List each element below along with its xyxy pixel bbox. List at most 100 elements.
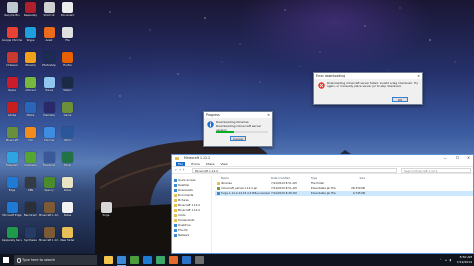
desktop-icon-label: Firefox — [63, 64, 72, 67]
explorer-title: Minecraft 1.12.2 — [184, 156, 211, 160]
app-icon — [25, 227, 36, 238]
desktop-icon[interactable]: Facebook — [39, 152, 59, 167]
desktop-icon[interactable]: Google Chrome — [2, 27, 22, 42]
desktop-icon[interactable]: Kaspersky — [21, 2, 41, 17]
desktop-icon[interactable]: Notes — [58, 177, 78, 192]
nav-arrows-icon[interactable]: ←→↑ — [175, 168, 186, 172]
desktop-icon-label: Recycle Bin — [4, 14, 20, 17]
folder-icon — [175, 157, 179, 160]
cancel-button[interactable]: Cancel — [230, 136, 246, 141]
desktop-icon-label: Minecraft 1.12.2 — [39, 239, 59, 242]
ok-button[interactable]: OK — [392, 97, 408, 102]
address-bar[interactable]: Minecraft 1.12.2 — [192, 168, 397, 173]
file-row[interactable]: forge-1.12.2-14.23.4.2768-universal 7/12/… — [215, 191, 473, 196]
app-icon — [62, 227, 73, 238]
desktop-icon[interactable]: Skype — [21, 27, 41, 42]
desktop-icon[interactable]: Winamp — [21, 52, 41, 67]
app-icon — [25, 202, 36, 213]
desktop-icon[interactable]: iTunes — [39, 77, 59, 92]
taskbar-app-icon[interactable] — [169, 256, 178, 264]
desktop-icon[interactable]: Minecraft — [2, 127, 22, 142]
desktop-icon[interactable]: Firefox — [58, 52, 78, 67]
close-icon[interactable]: ✕ — [467, 155, 470, 162]
desktop-icon[interactable]: Camtasia — [21, 152, 41, 167]
search-input[interactable]: Search Minecraft 1.12.2 — [401, 168, 471, 173]
desktop-icon[interactable]: Photoshop — [39, 52, 59, 67]
desktop-icon[interactable]: Kaspersky Secure — [2, 227, 22, 242]
explorer-address-row: ←→↑ Minecraft 1.12.2 Search Minecraft 1.… — [172, 167, 473, 174]
app-icon — [25, 102, 36, 113]
desktop-icon[interactable]: Shortcut — [39, 2, 59, 17]
desktop-icon[interactable]: VLC — [21, 127, 41, 142]
desktop-icon[interactable]: New folder — [58, 227, 78, 242]
desktop-icon[interactable]: Avast — [39, 27, 59, 42]
desktop-icon[interactable]: CCleaner — [2, 52, 22, 67]
jar-file-icon — [217, 187, 220, 190]
desktop-icon[interactable]: Edge — [2, 177, 22, 192]
desktop-icon-label: Facebook — [42, 164, 56, 167]
desktop-icon[interactable]: Premiere — [39, 102, 59, 117]
taskbar-app-icon[interactable] — [117, 256, 126, 266]
file-name: forge-1.12.2-14.23.4.2768-universal — [221, 191, 270, 195]
ribbon-tab-file[interactable]: File — [176, 162, 186, 166]
desktop-icon[interactable]: Chrome — [39, 127, 59, 142]
taskbar-app-icon[interactable] — [195, 256, 204, 264]
desktop-icon[interactable]: Minecraft 1.12.2 — [39, 202, 59, 217]
desktop-icon[interactable]: Notes — [58, 202, 78, 217]
app-icon — [25, 27, 36, 38]
desktop-icon[interactable]: Steam — [58, 77, 78, 92]
desktop-icon[interactable]: Game — [58, 102, 78, 117]
desktop-icon-label: OBS — [27, 189, 34, 192]
maximize-icon[interactable]: ☐ — [456, 155, 459, 162]
desktop-icon-label: Kaspersky Secure — [2, 239, 22, 242]
desktop-icon[interactable]: Excel — [58, 152, 78, 167]
ribbon-tab-view[interactable]: View — [220, 162, 227, 166]
desktop-icon[interactable]: Recycle Bin — [2, 2, 22, 17]
app-icon — [62, 27, 73, 38]
app-icon — [6, 27, 18, 38]
desktop-icon[interactable]: Opera — [2, 77, 22, 92]
app-icon — [62, 152, 73, 163]
desktop-icon-label: Adobe — [7, 114, 17, 117]
taskbar-search-input[interactable]: Type here to search — [14, 255, 97, 265]
taskbar-app-icon[interactable] — [182, 256, 191, 264]
desktop-icon-label: Edge — [8, 189, 16, 192]
desktop-icon[interactable]: Document — [58, 2, 78, 17]
desktop-icon-label: Excel — [64, 164, 71, 167]
app-icon — [6, 202, 18, 213]
desktop-icon-label: Camtasia — [24, 164, 37, 167]
taskbar-app-icon[interactable] — [104, 256, 113, 264]
app-icon — [6, 102, 18, 113]
taskbar-app-icon[interactable] — [143, 256, 152, 264]
desktop-icon[interactable]: OBS — [21, 177, 41, 192]
file-list: Name Date modified Type Size libraries 7/… — [215, 176, 473, 253]
desktop-icon[interactable]: Microsoft Edge — [2, 202, 22, 217]
desktop-icon-label: forge — [102, 214, 110, 217]
clock[interactable]: 8:50 AM 7/12/2019 — [457, 255, 472, 264]
app-icon — [6, 177, 18, 188]
app-icon — [62, 77, 73, 88]
taskbar-app-icon[interactable] — [156, 256, 165, 264]
desktop-icon[interactable]: forge — [96, 202, 116, 217]
system-tray-icons[interactable]: ⌃ ◂ ▮ — [439, 258, 452, 262]
windows-start-icon[interactable] — [3, 257, 9, 263]
desktop-icon[interactable]: uTorrent — [21, 77, 41, 92]
ribbon-tab-home[interactable]: Home — [191, 162, 200, 166]
desktop-icon[interactable]: Synthesia — [21, 227, 41, 242]
desktop-icon[interactable]: Bandicam — [21, 202, 41, 217]
desktop-icon[interactable]: Word — [58, 127, 78, 142]
progress-dialog-title: Progress — [206, 113, 220, 117]
ribbon-tab-share[interactable]: Share — [206, 162, 215, 166]
navigation-pane: Quick access Desktop Downloads Documents Pic… — [172, 176, 212, 253]
desktop-icon[interactable]: Media — [21, 102, 41, 117]
desktop-icon[interactable]: Adobe — [2, 102, 22, 117]
desktop-icon[interactable]: File — [58, 27, 78, 42]
taskbar-app-icon[interactable] — [130, 256, 139, 264]
explorer-titlebar[interactable]: Minecraft 1.12.2 — ☐ ✕ — [172, 155, 473, 162]
desktop-icon[interactable]: Speccy — [39, 177, 59, 192]
desktop-icon[interactable]: Minecraft 1.12.2 — [39, 227, 59, 242]
app-icon — [6, 227, 18, 238]
minimize-icon[interactable]: — — [443, 155, 447, 162]
nav-pane-item[interactable]: Network — [172, 233, 211, 238]
desktop-icon[interactable]: Telegram — [2, 152, 22, 167]
